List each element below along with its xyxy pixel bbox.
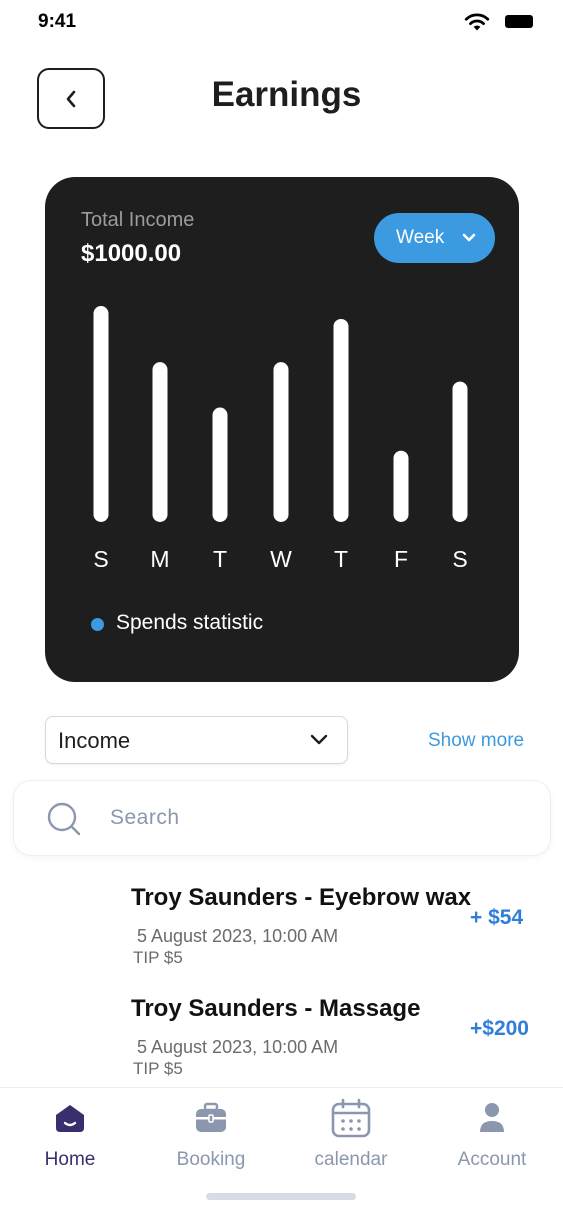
calendar-icon [331,1098,371,1138]
home-indicator [206,1193,356,1200]
nav-item-account[interactable]: Account [422,1088,562,1178]
filter-selected-value: Income [58,728,131,753]
legend-dot [91,618,104,631]
status-time: 9:41 [38,11,77,32]
chevron-down-icon [310,734,328,745]
chart-tick-label: F [394,546,408,572]
chart-tick-label: T [334,546,348,572]
search-placeholder: Search [110,806,180,829]
chart-tick-label: W [270,546,292,572]
wifi-icon [464,13,490,31]
show-more-link[interactable]: Show more [428,730,524,752]
chart-bar [393,450,409,522]
chart-tick-label: S [452,546,467,572]
chart-tick-label: T [213,546,227,572]
transaction-title: Troy Saunders - Massage [131,995,421,1022]
transaction-item[interactable]: Troy Saunders - Massage +$200 5 August 2… [0,995,563,1095]
chart-bar [152,362,168,522]
transaction-item[interactable]: Troy Saunders - Eyebrow wax + $54 5 Augu… [0,884,563,984]
chart-bar [452,381,468,522]
transaction-tip: TIP $5 [133,948,183,967]
chart-tick-label: S [93,546,108,572]
briefcase-icon [196,1102,226,1132]
transaction-amount: + $54 [470,906,524,929]
user-icon [480,1103,504,1132]
chart-bar [273,362,289,522]
nav-label-booking: Booking [176,1149,246,1170]
nav-item-home[interactable]: Home [0,1088,140,1178]
chart-bar [333,318,349,522]
legend-label: Spends statistic [116,611,264,634]
chart-bar [93,306,109,522]
chart-tick-label: M [150,546,169,572]
transaction-amount: +$200 [470,1017,529,1040]
chart-bar [212,407,228,522]
search-icon [47,802,81,836]
home-icon [56,1105,84,1132]
transaction-date: 5 August 2023, 10:00 AM [137,1037,339,1057]
transaction-tip: TIP $5 [133,1059,183,1078]
nav-item-calendar[interactable]: calendar [281,1088,421,1178]
search-input[interactable]: Search [13,780,551,856]
battery-icon [505,15,533,28]
status-bar: 9:41 [0,0,563,46]
nav-label-calendar: calendar [314,1149,388,1170]
transaction-title: Troy Saunders - Eyebrow wax [131,884,472,911]
earnings-bar-chart: SMTWTFS [93,306,468,572]
income-card: Total Income $1000.00 Week SMTWTFS Spend… [45,177,519,682]
income-filter-select[interactable]: Income [45,716,348,764]
page-title: Earnings [211,75,362,114]
nav-item-booking[interactable]: Booking [141,1088,281,1178]
nav-label-home: Home [44,1149,96,1170]
nav-label-account: Account [457,1149,527,1170]
transaction-date: 5 August 2023, 10:00 AM [137,926,339,946]
